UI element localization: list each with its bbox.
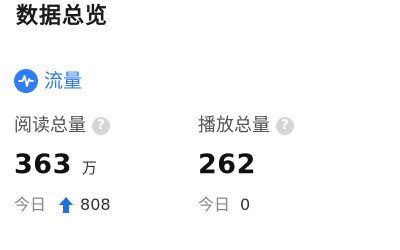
- metric-value: 262: [198, 149, 256, 180]
- today-label: 今日: [198, 195, 231, 214]
- metric-read-total: 阅读总量 ? 363 万 今日 808: [14, 112, 111, 216]
- pulse-icon: [14, 69, 38, 93]
- page-title: 数据总览: [16, 4, 109, 29]
- today-label: 今日: [14, 195, 47, 214]
- metric-value: 363: [14, 149, 72, 180]
- metric-label: 播放总量: [198, 115, 270, 136]
- question-icon[interactable]: ?: [276, 117, 294, 135]
- section-title: 流量: [44, 70, 83, 92]
- arrow-up-icon: [58, 196, 74, 214]
- metric-unit: 万: [81, 159, 97, 177]
- metric-label: 阅读总量: [14, 115, 86, 136]
- today-value: 808: [80, 195, 111, 214]
- metric-play-total: 播放总量 ? 262 今日 0: [198, 112, 294, 216]
- section-header-traffic: 流量: [14, 67, 82, 95]
- question-icon[interactable]: ?: [92, 117, 110, 135]
- today-value: 0: [240, 195, 251, 214]
